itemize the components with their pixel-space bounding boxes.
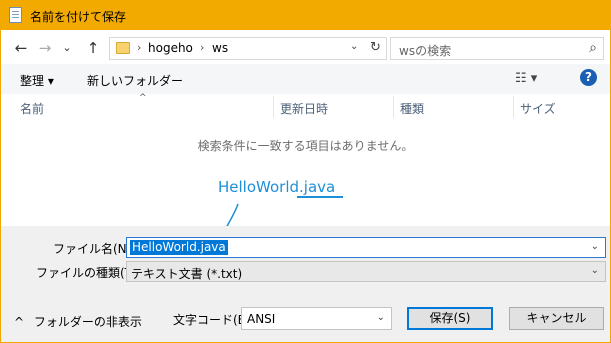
- empty-list-message: 検索条件に一致する項目はありません。: [197, 139, 414, 153]
- help-icon[interactable]: ?: [580, 69, 597, 86]
- breadcrumb-ws[interactable]: ws: [212, 41, 228, 55]
- column-divider[interactable]: [273, 96, 274, 118]
- chevron-down-icon[interactable]: ⌄: [591, 241, 599, 252]
- dialog-client: ← → ⌄ ↑ › hogeho › ws ⌄ ↻ wsの検索 ⌕ 整理 ▾ 新…: [1, 30, 610, 342]
- new-folder-button[interactable]: 新しいフォルダー: [87, 72, 183, 89]
- column-type[interactable]: 種類: [400, 100, 424, 117]
- bottom-panel: ファイル名(N): HelloWorld.java ⌄ ファイルの種類(T): …: [1, 226, 610, 342]
- sort-ascending-icon: ^: [139, 93, 147, 103]
- recent-locations-chevron-icon[interactable]: ⌄: [57, 38, 77, 58]
- save-as-dialog: 名前を付けて保存 ← → ⌄ ↑ › hogeho › ws ⌄ ↻ wsの検索…: [0, 0, 611, 343]
- search-input[interactable]: wsの検索: [399, 42, 451, 59]
- column-size[interactable]: サイズ: [520, 100, 556, 117]
- window-title: 名前を付けて保存: [30, 10, 127, 24]
- organize-button[interactable]: 整理 ▾: [20, 72, 54, 89]
- breadcrumb-separator-icon: ›: [137, 41, 142, 54]
- annotation-text: HelloWorld.java: [218, 178, 336, 196]
- cancel-button[interactable]: キャンセル: [509, 307, 604, 330]
- address-bar[interactable]: › hogeho › ws ⌄ ↻: [109, 37, 387, 60]
- up-arrow-icon[interactable]: ↑: [83, 38, 103, 58]
- address-dropdown-icon[interactable]: ⌄: [350, 41, 358, 52]
- filetype-select[interactable]: テキスト文書 (*.txt) ⌄: [126, 261, 606, 282]
- filetype-value: テキスト文書 (*.txt): [131, 267, 243, 281]
- column-header: ^ 名前 更新日時 種類 サイズ: [1, 93, 610, 118]
- filename-label: ファイル名(N):: [53, 242, 136, 256]
- forward-arrow-icon[interactable]: →: [35, 38, 55, 58]
- back-arrow-icon[interactable]: ←: [11, 38, 31, 58]
- search-box[interactable]: wsの検索 ⌕: [390, 37, 604, 60]
- column-divider[interactable]: [513, 96, 514, 118]
- chevron-down-icon[interactable]: ⌄: [591, 265, 599, 276]
- save-button[interactable]: 保存(S): [407, 307, 493, 330]
- folder-icon: [116, 42, 130, 54]
- search-icon: ⌕: [589, 40, 597, 56]
- command-bar: 整理 ▾ 新しいフォルダー ☷ ▾ ?: [1, 64, 610, 94]
- breadcrumb-separator-icon: ›: [200, 41, 205, 54]
- column-date-modified[interactable]: 更新日時: [280, 100, 328, 117]
- encoding-value: ANSI: [247, 312, 276, 326]
- chevron-up-icon: ^: [14, 315, 25, 329]
- column-name[interactable]: 名前: [20, 100, 44, 117]
- hide-folders-label: フォルダーの非表示: [33, 315, 142, 329]
- title-bar[interactable]: 名前を付けて保存: [0, 0, 611, 30]
- filename-field[interactable]: HelloWorld.java ⌄: [126, 237, 606, 258]
- annotation-underline: [297, 196, 343, 198]
- column-divider[interactable]: [393, 96, 394, 118]
- notepad-icon: [9, 7, 22, 23]
- filename-input[interactable]: HelloWorld.java: [130, 240, 228, 255]
- view-options-icon[interactable]: ☷ ▾: [515, 71, 537, 86]
- breadcrumb-hogeho[interactable]: hogeho: [148, 41, 193, 55]
- hide-folders-toggle[interactable]: ^ フォルダーの非表示: [14, 313, 142, 330]
- encoding-select[interactable]: ANSI ⌄: [241, 307, 392, 330]
- refresh-icon[interactable]: ↻: [370, 40, 381, 55]
- chevron-down-icon[interactable]: ⌄: [377, 312, 385, 323]
